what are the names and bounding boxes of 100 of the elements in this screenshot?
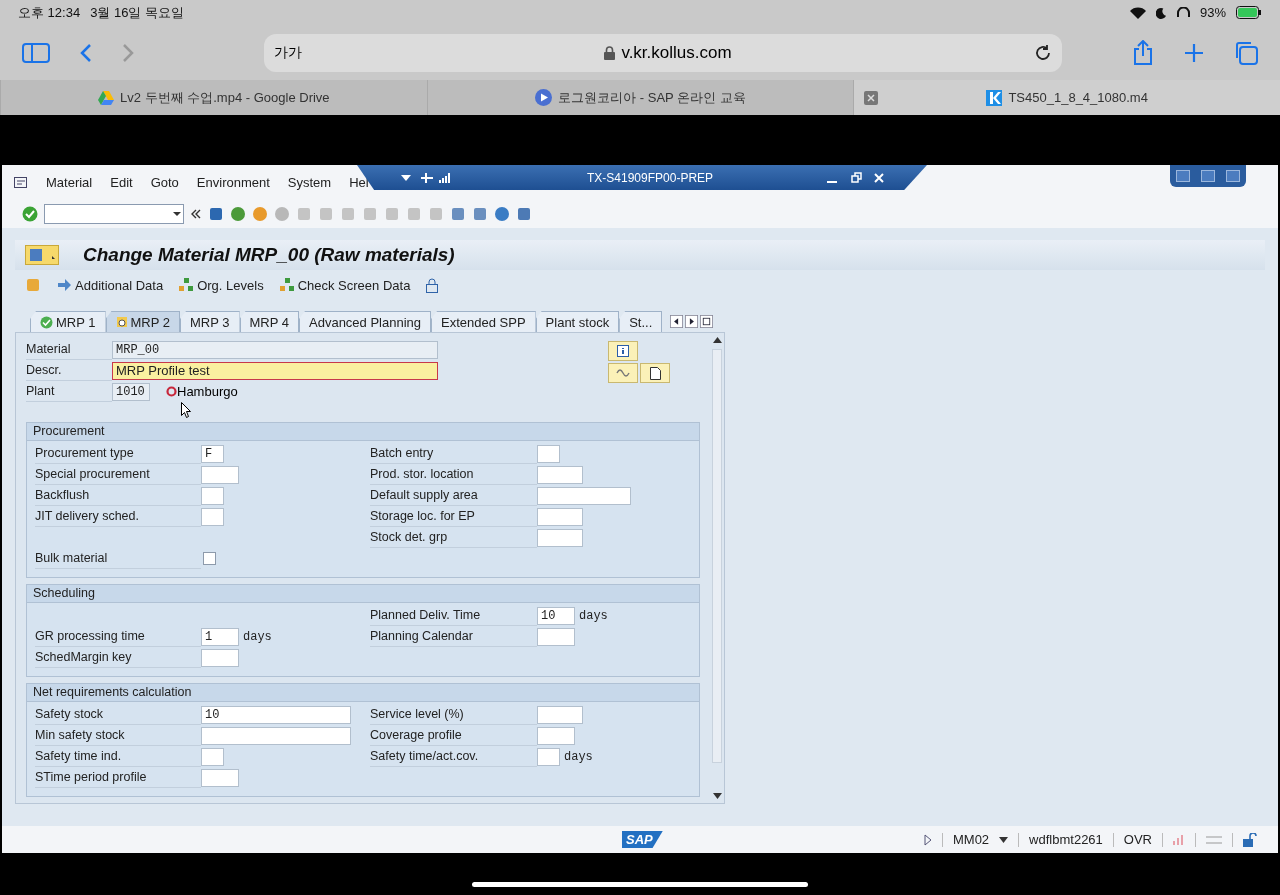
enter-icon[interactable] [22,206,38,222]
unit-label: days [243,629,272,644]
field-label: Backflush [35,485,201,506]
settings-icon[interactable] [1206,833,1222,846]
input-field[interactable] [201,747,224,766]
share-icon[interactable] [1132,39,1154,66]
date: 3월 16일 목요일 [90,3,185,22]
tab[interactable]: MRP 1 [30,311,106,332]
menu-item[interactable]: System [287,175,332,190]
toolbar-button[interactable]: Check Screen Data [279,277,411,293]
unlock-icon[interactable] [1243,832,1258,847]
page-title: Change Material MRP_00 (Raw materials) [83,244,455,266]
battery-percent: 93% [1199,5,1226,20]
forward-icon[interactable] [122,42,134,63]
tabs-icon[interactable] [1234,40,1258,65]
address-bar[interactable]: 가가 v.kr.kollus.com [264,33,1062,72]
menu-item[interactable]: Material [46,175,93,190]
field-label: Safety stock [35,704,201,725]
toolbar-button[interactable]: Org. Levels [179,277,264,293]
caret-icon[interactable] [171,210,183,218]
document-button[interactable] [640,363,670,383]
plus-icon[interactable] [1184,42,1204,63]
input-field[interactable] [537,747,560,766]
input-field[interactable]: 10 [537,606,575,625]
scroll-right-icon[interactable] [685,314,699,328]
input-field[interactable] [537,465,583,484]
caret-icon[interactable] [999,836,1009,843]
lock-icon[interactable] [426,277,439,293]
tab[interactable]: Advanced Planning [299,311,432,332]
tab[interactable]: MRP 3 [180,311,240,332]
input-field[interactable] [537,528,583,547]
tab[interactable]: Extended SPP [431,311,536,332]
menu-item[interactable]: Edit [110,175,133,190]
play-icon[interactable] [924,833,932,846]
input-field[interactable] [201,768,239,787]
record-icon [166,386,177,397]
command-field[interactable] [44,204,184,224]
view-icon[interactable] [25,245,59,265]
checkbox[interactable] [203,552,216,565]
menu-icon[interactable] [14,176,28,189]
input-field[interactable] [537,507,583,526]
field-label: Planning Calendar [370,626,537,647]
input-field[interactable]: 1 [201,627,239,646]
text-size-button[interactable]: 가가 [274,43,302,62]
tab[interactable]: St... [619,311,663,332]
scroll-thumb[interactable] [712,349,722,763]
scroll-up-icon[interactable] [712,337,722,343]
tab[interactable]: Plant stock [535,311,620,332]
input-field[interactable] [201,726,351,745]
input-field[interactable] [537,486,631,505]
menu-item[interactable]: Goto [150,175,179,190]
input-field[interactable] [201,465,239,484]
chart-icon [1173,833,1185,846]
sidebar-icon[interactable] [22,42,50,63]
document-icon [649,366,661,380]
browser-tab[interactable]: TS450_1_8_4_1080.m4 [853,80,1280,115]
scroll-left-icon[interactable] [670,314,684,328]
input-field[interactable]: 10 [201,705,351,724]
input-field[interactable]: F [201,444,224,463]
input-mode[interactable]: OVR [1123,832,1152,847]
info-button[interactable] [608,341,638,361]
input-field[interactable]: MRP Profile test [112,361,438,380]
input-field[interactable] [537,627,575,646]
tab-list-icon[interactable] [700,314,714,328]
field-label: Service level (%) [370,704,537,725]
clock: 오후 12:34 [18,3,81,22]
field-label: Batch entry [370,443,537,464]
info-icon [617,345,629,357]
browser-tab[interactable]: Lv2 두번째 수업.mp4 - Google Drive [0,80,427,115]
input-field[interactable] [201,507,224,526]
caret-icon[interactable] [401,173,411,182]
reload-icon[interactable] [1034,43,1052,62]
server-name: wdflbmt2261 [1029,832,1103,847]
tab-title: Lv2 두번째 수업.mp4 - Google Drive [120,88,330,107]
field-label: Procurement type [35,443,201,464]
tab[interactable]: MRP 2 [105,311,180,332]
double-chevron-icon[interactable] [190,208,202,220]
transaction-code[interactable]: MM02 [953,832,990,847]
input-field[interactable] [201,648,239,667]
browser-tab[interactable]: 로그원코리아 - SAP 온라인 교육 [426,80,854,115]
field-label: Default supply area [370,485,537,506]
tab-title: TS450_1_8_4_1080.m4 [1008,90,1148,105]
input-field[interactable] [537,444,560,463]
menu-item[interactable]: Environment [196,175,270,190]
input-field[interactable] [537,726,575,745]
input-field[interactable] [537,705,583,724]
field-label: Storage loc. for EP [370,506,537,527]
input-field[interactable] [201,486,224,505]
field-label: Bulk material [35,548,201,569]
tab[interactable]: MRP 4 [239,311,299,332]
scroll-down-icon[interactable] [712,793,722,799]
drive-icon [98,90,115,105]
pin-icon[interactable] [421,172,433,183]
field-label: Stock det. grp [370,527,537,548]
section-title: Scheduling [27,585,699,603]
tab-title: 로그원코리아 - SAP 온라인 교육 [558,88,746,107]
menu-item[interactable]: Hel [349,175,369,190]
sap-logo: SAP [622,831,663,848]
field-label: Min safety stock [35,725,201,746]
toolbar-button[interactable]: Additional Data [57,277,164,293]
